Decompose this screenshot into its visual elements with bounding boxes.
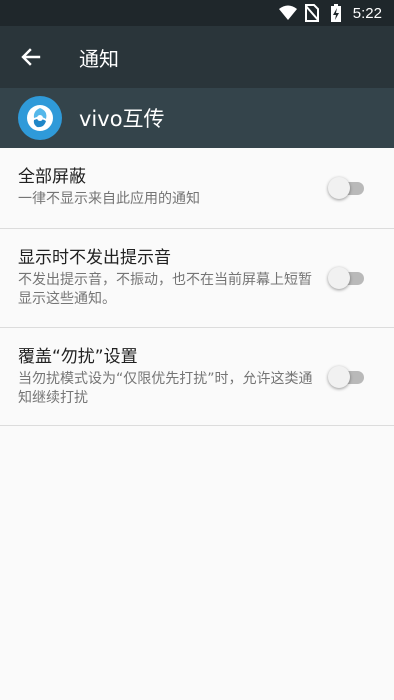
- app-header: vivo互传: [0, 88, 394, 148]
- no-sim-icon: [303, 4, 321, 22]
- switch-thumb: [328, 366, 350, 388]
- switch-thumb: [328, 267, 350, 289]
- setting-title: 显示时不发出提示音: [18, 248, 171, 268]
- settings-list: 全部屏蔽 一律不显示来自此应用的通知 显示时不发出提示音 不发出提示音，不振动，…: [0, 148, 394, 426]
- toolbar: 通知: [0, 26, 394, 88]
- override-dnd-switch[interactable]: [328, 364, 364, 390]
- switch-thumb: [328, 177, 350, 199]
- setting-summary: 一律不显示来自此应用的通知: [18, 191, 200, 207]
- setting-silent[interactable]: 显示时不发出提示音 不发出提示音，不振动，也不在当前屏幕上短暂显示这些通知。: [0, 229, 394, 328]
- status-time: 5:22: [352, 4, 382, 22]
- vivo-share-app-icon: [18, 96, 62, 140]
- setting-title: 覆盖“勿扰”设置: [18, 347, 138, 367]
- battery-charging-icon: [327, 4, 345, 22]
- silent-switch[interactable]: [328, 265, 364, 291]
- block-all-switch[interactable]: [328, 175, 364, 201]
- setting-summary: 不发出提示音，不振动，也不在当前屏幕上短暂显示这些通知。: [18, 272, 312, 307]
- setting-override-dnd[interactable]: 覆盖“勿扰”设置 当勿扰模式设为“仅限优先打扰”时，允许这类通知继续打扰: [0, 328, 394, 426]
- arrow-back-icon[interactable]: [0, 26, 62, 88]
- status-bar: 5:22: [0, 0, 394, 26]
- setting-summary: 当勿扰模式设为“仅限优先打扰”时，允许这类通知继续打扰: [18, 371, 313, 406]
- app-name: vivo互传: [79, 107, 165, 131]
- wifi-icon: [278, 4, 297, 22]
- setting-title: 全部屏蔽: [18, 167, 86, 187]
- setting-block-all[interactable]: 全部屏蔽 一律不显示来自此应用的通知: [0, 148, 394, 229]
- page-title: 通知: [79, 46, 119, 71]
